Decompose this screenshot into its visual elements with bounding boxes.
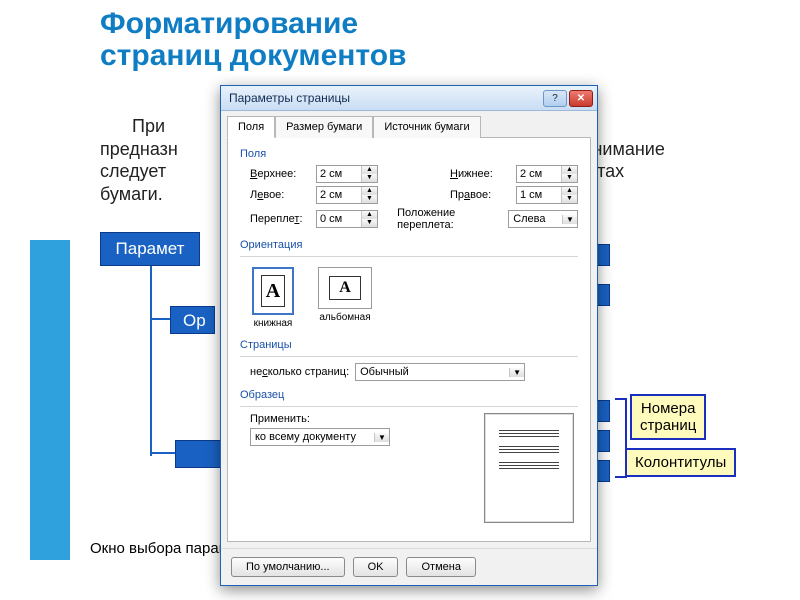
chevron-down-icon: ▼ <box>374 433 389 442</box>
margin-left-spinner[interactable]: ▲▼ <box>316 186 378 204</box>
margin-top-spinner[interactable]: ▲▼ <box>316 165 378 183</box>
titlebar[interactable]: Параметры страницы ? ✕ <box>221 86 597 111</box>
multiple-pages-combo[interactable]: Обычный ▼ <box>355 363 525 381</box>
close-icon: ✕ <box>577 93 585 104</box>
tab-panel-fields: Поля Верхнее: ▲▼ Нижнее: ▲▼ Лев <box>227 137 591 542</box>
margin-right-input[interactable] <box>517 187 561 203</box>
apply-to-value: ко всему документу <box>251 431 374 443</box>
tab-paper-source[interactable]: Источник бумаги <box>373 116 480 138</box>
chevron-down-icon: ▼ <box>562 215 577 224</box>
gutter-input[interactable] <box>317 211 361 227</box>
label-gutter-pos: Положение переплета: <box>397 207 502 231</box>
title-line2: страниц документов <box>100 39 406 72</box>
apply-to-combo[interactable]: ко всему документу ▼ <box>250 428 390 446</box>
side-strip <box>30 240 70 560</box>
margin-bottom-spinner[interactable]: ▲▼ <box>516 165 578 183</box>
connector <box>150 266 152 456</box>
label-right: Правое: <box>450 189 510 201</box>
chevron-down-icon: ▼ <box>509 368 524 377</box>
gutter-spinner[interactable]: ▲▼ <box>316 210 378 228</box>
orientation-portrait[interactable]: А книжная <box>252 267 294 329</box>
gutter-position-value: Слева <box>509 213 562 225</box>
label-top: Верхнее: <box>250 168 310 180</box>
slide-title: Форматирование страниц документов <box>100 8 406 71</box>
help-icon: ? <box>552 93 558 104</box>
tab-fields[interactable]: Поля <box>227 116 275 138</box>
label-gutter: Переплет: <box>250 213 310 225</box>
margin-top-input[interactable] <box>317 166 361 182</box>
page-setup-dialog: Параметры страницы ? ✕ Поля Размер бумаг… <box>220 85 598 586</box>
dialog-title: Параметры страницы <box>229 91 541 105</box>
margin-bottom-input[interactable] <box>517 166 561 182</box>
label-multiple-pages: несколько страниц: <box>250 366 349 378</box>
blue-box-param: Парамет <box>100 232 200 266</box>
dialog-button-bar: По умолчанию... OK Отмена <box>221 548 597 585</box>
label-apply-to: Применить: <box>250 413 476 425</box>
label-left: Левое: <box>250 189 310 201</box>
tab-paper-size[interactable]: Размер бумаги <box>275 116 373 138</box>
callout-headers: Колонтитулы <box>625 448 736 477</box>
page-preview <box>484 413 574 523</box>
tabstrip: Поля Размер бумаги Источник бумаги <box>221 111 597 137</box>
multiple-pages-value: Обычный <box>356 366 509 378</box>
callout-page-numbers: Номера страниц <box>630 394 706 440</box>
group-sample-title: Образец <box>240 389 578 401</box>
group-pages-title: Страницы <box>240 339 578 351</box>
cancel-button[interactable]: Отмена <box>406 557 475 577</box>
orientation-landscape-icon: А <box>318 267 372 309</box>
default-button[interactable]: По умолчанию... <box>231 557 345 577</box>
group-margins-title: Поля <box>240 148 578 160</box>
help-button[interactable]: ? <box>543 90 567 107</box>
close-button[interactable]: ✕ <box>569 90 593 107</box>
orientation-landscape[interactable]: А альбомная <box>318 267 372 329</box>
group-orientation-title: Ориентация <box>240 239 578 251</box>
margin-left-input[interactable] <box>317 187 361 203</box>
ok-button[interactable]: OK <box>353 557 399 577</box>
connector <box>150 452 175 454</box>
margin-right-spinner[interactable]: ▲▼ <box>516 186 578 204</box>
blue-box-or: Ор <box>170 306 215 334</box>
connector <box>150 318 170 320</box>
gutter-position-combo[interactable]: Слева ▼ <box>508 210 578 228</box>
label-bottom: Нижнее: <box>450 168 510 180</box>
orientation-portrait-icon: А <box>252 267 294 315</box>
spin-buttons[interactable]: ▲▼ <box>361 166 377 182</box>
title-line1: Форматирование <box>100 7 358 40</box>
